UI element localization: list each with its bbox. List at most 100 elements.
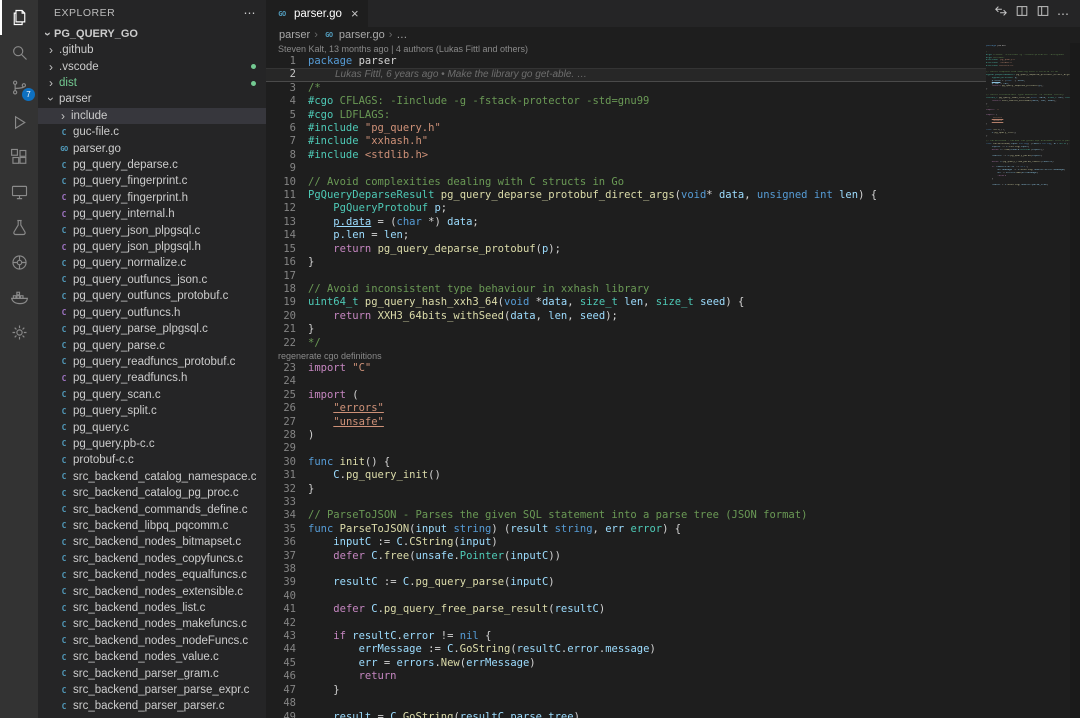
tree-item[interactable]: Cpg_query_split.c xyxy=(38,403,266,419)
customize-layout-icon[interactable] xyxy=(1036,4,1050,23)
breadcrumb-item[interactable]: … xyxy=(396,29,407,41)
tree-item[interactable]: Cpg_query_fingerprint.c xyxy=(38,173,266,189)
tree-item[interactable]: Cpg_query_parse_plpgsql.c xyxy=(38,321,266,337)
code-line[interactable]: 30func init() { xyxy=(266,456,986,469)
code-line[interactable]: 28) xyxy=(266,429,986,442)
code-line[interactable]: 27 "unsafe" xyxy=(266,416,986,429)
tree-folder[interactable]: ›.github xyxy=(38,42,266,58)
tree-item[interactable]: Cpg_query_scan.c xyxy=(38,387,266,403)
code-line[interactable]: 24 xyxy=(266,375,986,388)
tree-item[interactable]: Cpg_query_readfuncs_protobuf.c xyxy=(38,354,266,370)
tree-item[interactable]: Cpg_query_fingerprint.h xyxy=(38,190,266,206)
tree-item[interactable]: Csrc_backend_parser_parser.c xyxy=(38,698,266,714)
tree-item[interactable]: Cpg_query_parse.c xyxy=(38,337,266,353)
tree-item[interactable]: Csrc_backend_nodes_value.c xyxy=(38,649,266,665)
more-actions-icon[interactable]: ⋯ xyxy=(1057,7,1070,21)
tree-folder[interactable]: ›dist xyxy=(38,75,266,91)
tree-item[interactable]: Cguc-file.c xyxy=(38,124,266,140)
tab-parser-go[interactable]: GO parser.go × xyxy=(266,0,368,27)
code-line[interactable]: 25import ( xyxy=(266,389,986,402)
tree-item[interactable]: Cpg_query_json_plpgsql.h xyxy=(38,239,266,255)
code-line[interactable]: 44 errMessage := C.GoString(resultC.erro… xyxy=(266,643,986,656)
code-line[interactable]: 4#cgo CFLAGS: -Iinclude -g -fstack-prote… xyxy=(266,95,986,108)
breadcrumb-item[interactable]: parser xyxy=(279,29,310,41)
tree-item[interactable]: Cpg_query_json_plpgsql.c xyxy=(38,222,266,238)
code-line[interactable]: 10// Avoid complexities dealing with C s… xyxy=(266,176,986,189)
tree-item[interactable]: Csrc_backend_nodes_nodeFuncs.c xyxy=(38,633,266,649)
tree-item[interactable]: Csrc_backend_nodes_extensible.c xyxy=(38,583,266,599)
tree-item[interactable]: Csrc_backend_parser_parse_expr.c xyxy=(38,682,266,698)
code-line[interactable]: 45 err = errors.New(errMessage) xyxy=(266,657,986,670)
kubernetes-icon[interactable] xyxy=(0,245,38,280)
close-tab-icon[interactable]: × xyxy=(351,6,359,21)
docker-icon[interactable] xyxy=(0,280,38,315)
tree-item[interactable]: Csrc_backend_nodes_equalfuncs.c xyxy=(38,567,266,583)
code-line[interactable]: 33 xyxy=(266,496,986,509)
tree-item[interactable]: Csrc_backend_nodes_bitmapset.c xyxy=(38,534,266,550)
code-line[interactable]: 41 defer C.pg_query_free_parse_result(re… xyxy=(266,603,986,616)
code-editor[interactable]: Steven Kalt, 13 months ago | 4 authors (… xyxy=(266,43,986,718)
section-pg-query-go[interactable]: › PG_QUERY_GO xyxy=(38,26,266,42)
code-line[interactable]: 19uint64_t pg_query_hash_xxh3_64(void *d… xyxy=(266,296,986,309)
code-line[interactable]: 22*/ xyxy=(266,337,986,350)
code-line[interactable]: 7#include "xxhash.h" xyxy=(266,135,986,148)
tree-item[interactable]: Csrc_backend_nodes_list.c xyxy=(38,600,266,616)
tree-folder[interactable]: ›parser xyxy=(38,91,266,107)
code-line[interactable]: 35func ParseToJSON(input string) (result… xyxy=(266,523,986,536)
code-line[interactable]: 36 inputC := C.CString(input) xyxy=(266,536,986,549)
code-line[interactable]: 39 resultC := C.pg_query_parse(inputC) xyxy=(266,576,986,589)
codelens-regenerate-cgo[interactable]: regenerate cgo definitions xyxy=(266,350,986,362)
tree-item[interactable]: Cpg_query_outfuncs_json.c xyxy=(38,272,266,288)
scrollbar[interactable] xyxy=(1070,43,1080,718)
tree-item[interactable]: Csrc_backend_catalog_namespace.c xyxy=(38,469,266,485)
explorer-icon[interactable] xyxy=(0,0,38,35)
code-line[interactable]: 21} xyxy=(266,323,986,336)
tree-item[interactable]: Csrc_backend_commands_define.c xyxy=(38,501,266,517)
tree-item[interactable]: GOparser.go xyxy=(38,140,266,156)
extensions-icon[interactable] xyxy=(0,140,38,175)
tree-item[interactable]: Cpg_query_normalize.c xyxy=(38,255,266,271)
tree-item[interactable]: Cpg_query.c xyxy=(38,419,266,435)
code-line[interactable]: 37 defer C.free(unsafe.Pointer(inputC)) xyxy=(266,550,986,563)
code-line[interactable]: 46 return xyxy=(266,670,986,683)
tree-item[interactable]: Cpg_query.pb-c.c xyxy=(38,436,266,452)
code-line[interactable]: 8#include <stdlib.h> xyxy=(266,149,986,162)
code-line[interactable]: 49 result = C.GoString(resultC.parse_tre… xyxy=(266,711,986,718)
gitlens-authors-lens[interactable]: Steven Kalt, 13 months ago | 4 authors (… xyxy=(266,43,986,55)
code-line[interactable]: 32} xyxy=(266,483,986,496)
remote-explorer-icon[interactable] xyxy=(0,175,38,210)
code-line[interactable]: 1package parser xyxy=(266,55,986,68)
code-line[interactable]: 3/* xyxy=(266,82,986,95)
testing-icon[interactable] xyxy=(0,210,38,245)
code-line[interactable]: 18// Avoid inconsistent type behaviour i… xyxy=(266,283,986,296)
run-debug-icon[interactable] xyxy=(0,105,38,140)
breadcrumb-item[interactable]: GOparser.go xyxy=(322,29,385,41)
code-line[interactable]: 2Lukas Fittl, 6 years ago • Make the lib… xyxy=(266,68,986,81)
code-line[interactable]: 15 return pg_query_deparse_protobuf(p); xyxy=(266,243,986,256)
search-icon[interactable] xyxy=(0,35,38,70)
open-changes-icon[interactable] xyxy=(994,4,1008,23)
tree-folder[interactable]: ›include xyxy=(38,108,266,124)
split-editor-icon[interactable] xyxy=(1015,4,1029,23)
tree-item[interactable]: Cpg_query_outfuncs_protobuf.c xyxy=(38,288,266,304)
code-line[interactable]: 20 return XXH3_64bits_withSeed(data, len… xyxy=(266,310,986,323)
source-control-icon[interactable]: 7 xyxy=(0,70,38,105)
code-line[interactable]: 6#include "pg_query.h" xyxy=(266,122,986,135)
tree-item[interactable]: Cpg_query_outfuncs.h xyxy=(38,305,266,321)
code-line[interactable]: 14 p.len = len; xyxy=(266,229,986,242)
tree-folder[interactable]: ›.vscode xyxy=(38,58,266,74)
code-line[interactable]: 31 C.pg_query_init() xyxy=(266,469,986,482)
tree-item[interactable]: Csrc_backend_libpq_pqcomm.c xyxy=(38,518,266,534)
code-line[interactable]: 26 "errors" xyxy=(266,402,986,415)
code-line[interactable]: 38 xyxy=(266,563,986,576)
code-line[interactable]: 17 xyxy=(266,270,986,283)
code-line[interactable]: 13 p.data = (char *) data; xyxy=(266,216,986,229)
code-line[interactable]: 5#cgo LDFLAGS: xyxy=(266,109,986,122)
code-line[interactable]: 40 xyxy=(266,590,986,603)
code-line[interactable]: 42 xyxy=(266,617,986,630)
tree-item[interactable]: Csrc_backend_nodes_makefuncs.c xyxy=(38,616,266,632)
code-line[interactable]: 23import "C" xyxy=(266,362,986,375)
code-line[interactable]: 9 xyxy=(266,162,986,175)
minimap[interactable]: package parser/*#cgo CFLAGS: -Iinclude -… xyxy=(986,43,1070,718)
gitlens-icon[interactable] xyxy=(0,315,38,350)
